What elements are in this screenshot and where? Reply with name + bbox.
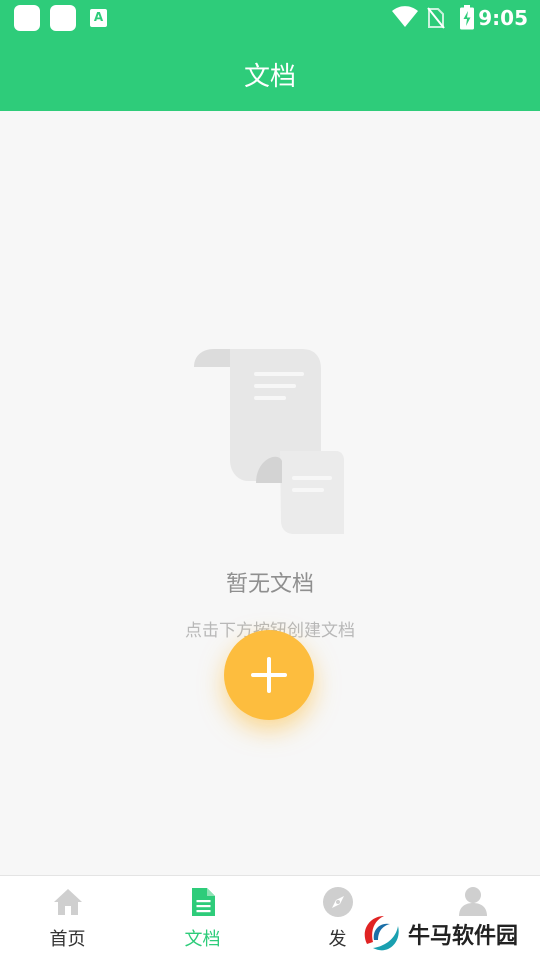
keyboard-input-icon: A: [90, 9, 107, 27]
home-icon: [53, 889, 82, 915]
tab-label: 首页: [49, 929, 86, 950]
document-list-area: 暂无文档 点击下方按钮创建文档: [0, 111, 540, 875]
clock: 9:05: [478, 6, 528, 30]
document-icon: [191, 888, 215, 916]
watermark: 牛马软件园: [358, 908, 534, 958]
notification-icon: [50, 5, 76, 31]
plus-icon: [251, 657, 287, 693]
tab-label: 文档: [184, 929, 221, 950]
battery-charging-icon: [460, 5, 474, 30]
create-document-button[interactable]: [224, 630, 314, 720]
tab-home[interactable]: 首页: [0, 876, 135, 960]
page-title: 文档: [243, 62, 296, 92]
wifi-icon: [392, 6, 418, 27]
empty-documents-icon: [194, 349, 344, 534]
app-bar: 文档: [0, 36, 540, 111]
no-sim-icon: [427, 7, 445, 29]
status-bar: A 9:05: [0, 0, 540, 36]
empty-state-title: 暂无文档: [225, 572, 314, 597]
tab-documents[interactable]: 文档: [135, 876, 270, 960]
notification-icon: [14, 5, 40, 31]
watermark-logo-icon: [361, 913, 403, 955]
compass-icon: [322, 887, 353, 917]
watermark-text: 牛马软件园: [408, 924, 519, 949]
